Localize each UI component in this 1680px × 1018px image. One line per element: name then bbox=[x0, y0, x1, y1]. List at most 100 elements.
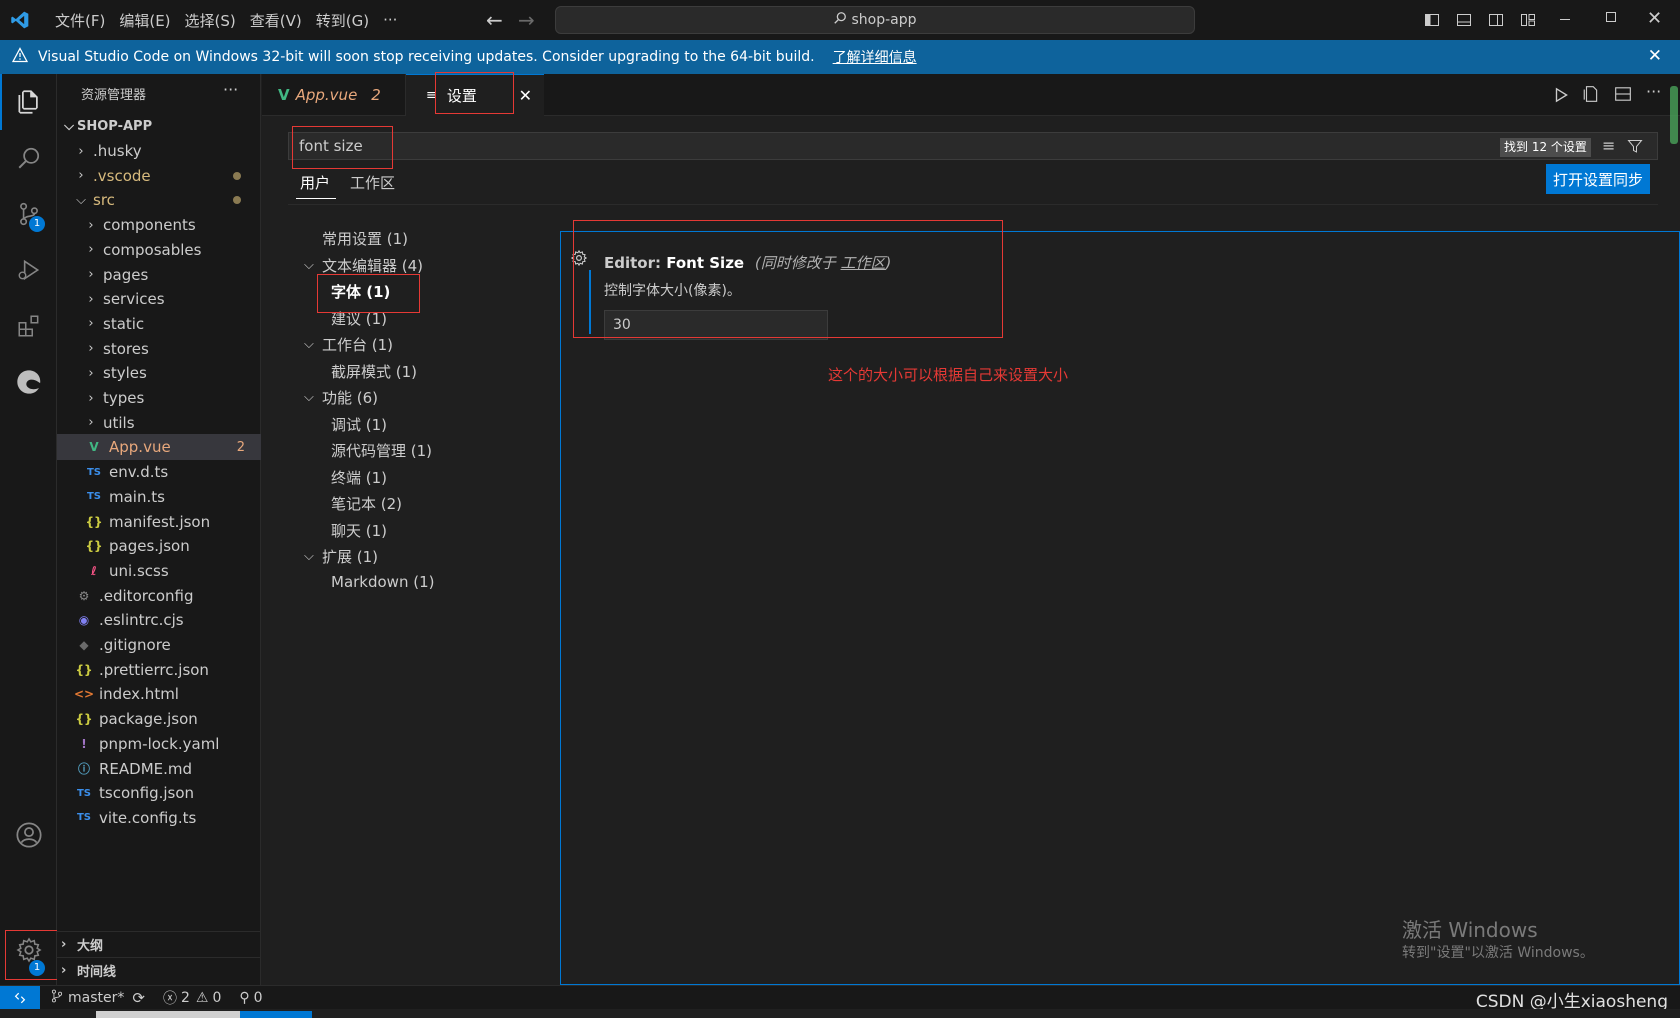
chevron-right-icon: › bbox=[61, 937, 67, 952]
activity-bar: 1 1 bbox=[0, 74, 73, 985]
tree-item[interactable]: ◉ .eslintrc.cjs bbox=[57, 607, 261, 633]
toc-item[interactable]: 笔记本 (2) bbox=[331, 493, 402, 514]
ports-icon: ⚲ bbox=[239, 989, 250, 1006]
tree-item[interactable]: TS vite.config.ts bbox=[57, 805, 261, 831]
tree-item[interactable]: {} pages.json bbox=[57, 533, 261, 559]
tree-item-label: .prettierrc.json bbox=[99, 660, 209, 679]
toggle-panel-icon[interactable] bbox=[1452, 8, 1476, 32]
tree-item[interactable]: › styles bbox=[57, 360, 261, 386]
timeline-section[interactable]: › 时间线 bbox=[57, 957, 261, 983]
toc-item[interactable]: ⌵ 工作台 (1) bbox=[304, 334, 393, 355]
settings-search-input[interactable]: font size bbox=[288, 132, 1658, 160]
error-count[interactable]: 2 bbox=[181, 990, 190, 1006]
warning-count[interactable]: 0 bbox=[212, 990, 221, 1006]
tree-item[interactable]: TS env.d.ts bbox=[57, 459, 261, 485]
tree-item[interactable]: ! pnpm-lock.yaml bbox=[57, 731, 261, 757]
tree-item[interactable]: TS main.ts bbox=[57, 484, 261, 510]
open-settings-json-icon[interactable] bbox=[1582, 85, 1600, 107]
split-editor-icon[interactable] bbox=[1614, 85, 1632, 107]
menu-file[interactable]: 文件(F) bbox=[48, 0, 112, 40]
edge-devtools-icon[interactable] bbox=[0, 354, 57, 410]
result-count-badge: 找到 12 个设置 bbox=[1500, 138, 1591, 157]
remote-indicator[interactable] bbox=[0, 985, 40, 1010]
tree-item[interactable]: {} package.json bbox=[57, 706, 261, 732]
tree-item-label: tsconfig.json bbox=[99, 784, 195, 803]
branch-icon bbox=[50, 989, 64, 1007]
scope-tab-user[interactable]: 用户 bbox=[300, 172, 330, 193]
menu-selection[interactable]: 选择(S) bbox=[178, 0, 243, 40]
branch-name[interactable]: master* bbox=[68, 990, 124, 1006]
toc-item-label: 截屏模式 (1) bbox=[331, 362, 418, 381]
toc-item[interactable]: ⌵ 文本编辑器 (4) bbox=[304, 255, 423, 276]
close-tab-icon[interactable]: ✕ bbox=[519, 86, 532, 105]
tree-item[interactable]: V App.vue 2 bbox=[57, 434, 261, 461]
toc-item[interactable]: 调试 (1) bbox=[331, 414, 387, 435]
more-actions-icon[interactable]: ··· bbox=[1646, 82, 1661, 101]
toc-item[interactable]: 源代码管理 (1) bbox=[331, 440, 432, 461]
tree-item[interactable]: {} manifest.json bbox=[57, 509, 261, 535]
scope-tab-workspace[interactable]: 工作区 bbox=[350, 172, 395, 193]
vertical-scrollbar[interactable] bbox=[1670, 86, 1678, 144]
toggle-sidebar-icon[interactable] bbox=[1420, 8, 1444, 32]
menu-more[interactable]: ··· bbox=[376, 0, 404, 40]
command-center-search[interactable]: shop-app bbox=[555, 6, 1195, 34]
tree-item[interactable]: <> index.html bbox=[57, 681, 261, 707]
customize-layout-icon[interactable] bbox=[1516, 8, 1540, 32]
toc-item[interactable]: 终端 (1) bbox=[331, 467, 387, 488]
close-window-icon[interactable]: ✕ bbox=[1647, 8, 1662, 29]
tree-item[interactable]: › composables bbox=[57, 237, 261, 263]
tree-item[interactable]: ◆ .gitignore bbox=[57, 632, 261, 658]
tree-item[interactable]: › .husky bbox=[57, 138, 261, 164]
tree-item-label: static bbox=[103, 314, 145, 333]
tree-item[interactable]: › static bbox=[57, 311, 261, 337]
menu-go[interactable]: 转到(G) bbox=[309, 0, 376, 40]
chevron-right-icon: › bbox=[88, 217, 94, 233]
forward-arrow-icon[interactable]: → bbox=[518, 8, 535, 32]
outline-section[interactable]: › 大纲 bbox=[57, 931, 261, 957]
tree-item[interactable]: › .vscode bbox=[57, 163, 261, 189]
ts-icon: TS bbox=[86, 491, 102, 503]
toc-item[interactable]: ⌵ 扩展 (1) bbox=[304, 546, 378, 567]
tree-item[interactable]: › pages bbox=[57, 262, 261, 288]
back-arrow-icon[interactable]: ← bbox=[486, 8, 503, 32]
minimize-icon[interactable] bbox=[1560, 10, 1576, 26]
tree-item[interactable]: › services bbox=[57, 286, 261, 312]
tree-item[interactable]: ℓ uni.scss bbox=[57, 558, 261, 584]
tree-item[interactable]: TS tsconfig.json bbox=[57, 780, 261, 806]
tree-item[interactable]: › types bbox=[57, 385, 261, 411]
banner-learn-more-link[interactable]: 了解详细信息 bbox=[833, 47, 917, 67]
toggle-secondary-sidebar-icon[interactable] bbox=[1484, 8, 1508, 32]
tree-item[interactable]: ⓘ README.md bbox=[57, 756, 261, 782]
tree-item[interactable]: › components bbox=[57, 212, 261, 238]
tree-item[interactable]: › stores bbox=[57, 336, 261, 362]
status-bar: master* ⟳ ⓧ 2 ⚠ 0 ⚲ 0 CSDN @小生xiaosheng bbox=[0, 985, 1680, 1012]
tree-item[interactable]: {} .prettierrc.json bbox=[57, 657, 261, 683]
restore-icon[interactable] bbox=[1606, 12, 1616, 22]
tree-item[interactable]: › utils bbox=[57, 410, 261, 436]
open-settings-sync-button[interactable]: 打开设置同步 bbox=[1546, 164, 1650, 194]
menu-edit[interactable]: 编辑(E) bbox=[112, 0, 177, 40]
close-banner-icon[interactable]: ✕ bbox=[1648, 46, 1662, 66]
extensions-icon[interactable] bbox=[0, 298, 57, 354]
menu-view[interactable]: 查看(V) bbox=[243, 0, 309, 40]
run-debug-icon[interactable] bbox=[0, 242, 57, 298]
source-control-icon[interactable]: 1 bbox=[0, 186, 57, 242]
clear-filter-icon[interactable]: ≡ bbox=[1602, 136, 1615, 155]
tab-app-vue[interactable]: V App.vue 2 bbox=[262, 74, 406, 116]
explorer-icon[interactable] bbox=[0, 74, 57, 130]
toc-item[interactable]: Markdown (1) bbox=[331, 573, 434, 591]
toc-item[interactable]: 常用设置 (1) bbox=[322, 228, 408, 249]
tree-item[interactable]: ⚙ .editorconfig bbox=[57, 583, 261, 609]
toc-item[interactable]: 截屏模式 (1) bbox=[331, 361, 417, 382]
toc-item[interactable]: 聊天 (1) bbox=[331, 520, 387, 541]
explorer-more-button[interactable]: ··· bbox=[223, 80, 238, 99]
ports-count[interactable]: 0 bbox=[254, 990, 263, 1006]
project-root[interactable]: ⌵ SHOP-APP bbox=[57, 113, 261, 139]
tree-item[interactable]: ⌵ src bbox=[57, 187, 261, 213]
toc-item[interactable]: ⌵ 功能 (6) bbox=[304, 387, 378, 408]
accounts-icon[interactable] bbox=[0, 807, 57, 863]
search-view-icon[interactable] bbox=[0, 130, 57, 186]
run-icon[interactable] bbox=[1552, 86, 1570, 108]
sync-icon[interactable]: ⟳ bbox=[132, 989, 145, 1007]
filter-icon[interactable] bbox=[1627, 138, 1643, 158]
